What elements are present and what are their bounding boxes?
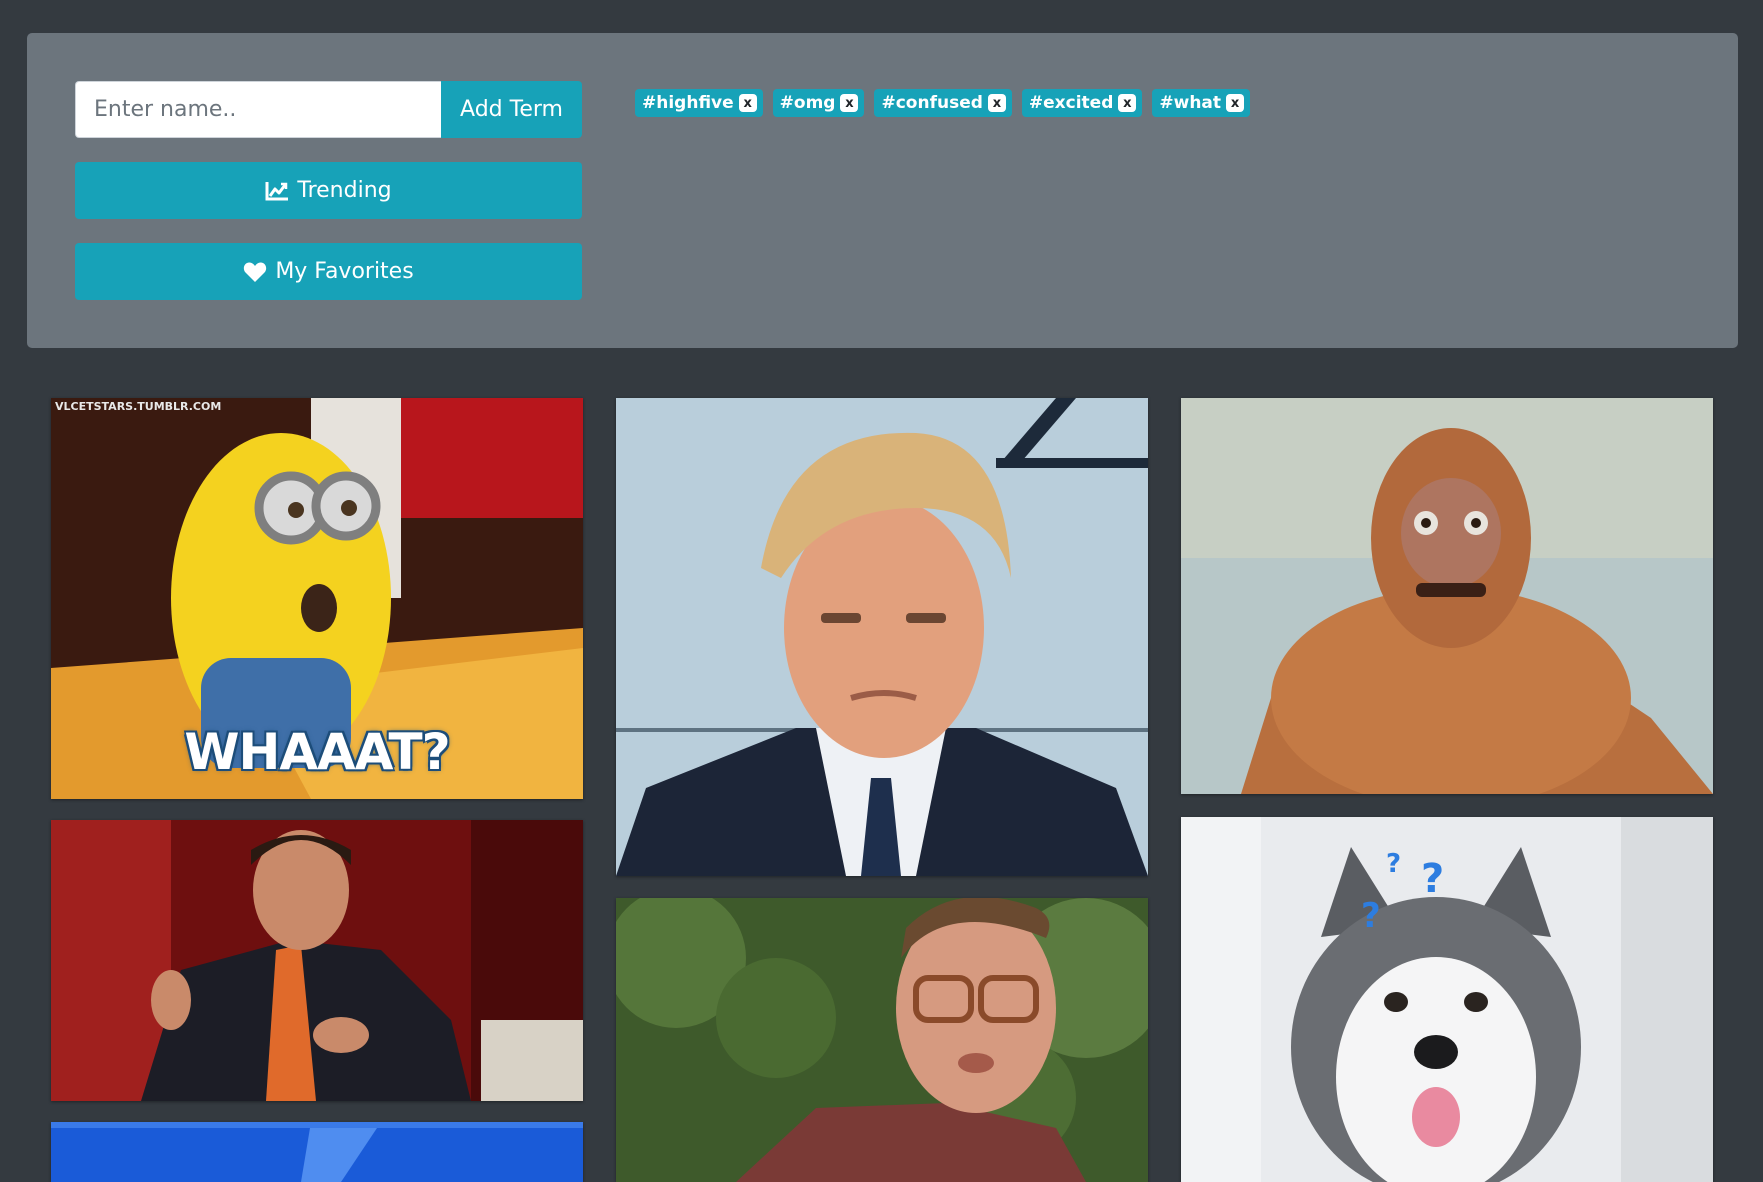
gif-card[interactable] [1181, 398, 1713, 794]
tag-label: #highfive [642, 93, 734, 113]
tag-omg: #omg x [772, 89, 865, 117]
tag-remove-button[interactable]: x [987, 94, 1006, 112]
tag-highfive: #highfive x [635, 89, 763, 117]
tag-label: #confused [881, 93, 983, 113]
gif-card[interactable]: VLCETSTARS.TUMBLR.COM WHAAAT? [51, 398, 583, 799]
gif-image [51, 1122, 583, 1182]
svg-text:?: ? [1361, 896, 1381, 936]
add-term-button[interactable]: Add Term [441, 81, 582, 138]
gif-image [51, 820, 583, 1101]
tag-excited: #excited x [1021, 89, 1143, 117]
gif-card[interactable]: ? ? ? [1181, 817, 1713, 1182]
gif-card[interactable] [51, 820, 583, 1101]
gif-image [616, 398, 1148, 876]
term-tags: #highfive x #omg x #confused x #excited … [635, 89, 1251, 117]
gif-card[interactable] [616, 398, 1148, 876]
trending-label: Trending [297, 178, 392, 203]
gif-card[interactable] [51, 1122, 583, 1182]
trending-button[interactable]: Trending [75, 162, 582, 219]
gif-image [1181, 398, 1713, 794]
tag-remove-button[interactable]: x [840, 94, 859, 112]
search-panel: Add Term Trending My Favorites #highfive… [27, 33, 1738, 348]
favorites-label: My Favorites [275, 259, 414, 284]
svg-text:?: ? [1386, 849, 1401, 879]
tag-confused: #confused x [874, 89, 1012, 117]
search-input[interactable] [75, 81, 441, 138]
tag-label: #omg [779, 93, 836, 113]
add-term-group: Add Term [75, 81, 582, 138]
favorites-button[interactable]: My Favorites [75, 243, 582, 300]
chart-line-icon [265, 181, 289, 201]
tag-label: #what [1159, 93, 1222, 113]
gif-card[interactable] [616, 898, 1148, 1182]
gif-watermark: VLCETSTARS.TUMBLR.COM [55, 400, 222, 413]
gif-image [616, 898, 1148, 1182]
gif-image: ? ? ? [1181, 817, 1713, 1182]
tag-remove-button[interactable]: x [1118, 94, 1137, 112]
tag-label: #excited [1028, 93, 1114, 113]
tag-remove-button[interactable]: x [1226, 94, 1245, 112]
tag-remove-button[interactable]: x [738, 94, 757, 112]
heart-icon [243, 261, 267, 283]
gif-caption: WHAAAT? [184, 723, 450, 781]
tag-what: #what x [1152, 89, 1251, 117]
svg-text:?: ? [1421, 856, 1444, 902]
